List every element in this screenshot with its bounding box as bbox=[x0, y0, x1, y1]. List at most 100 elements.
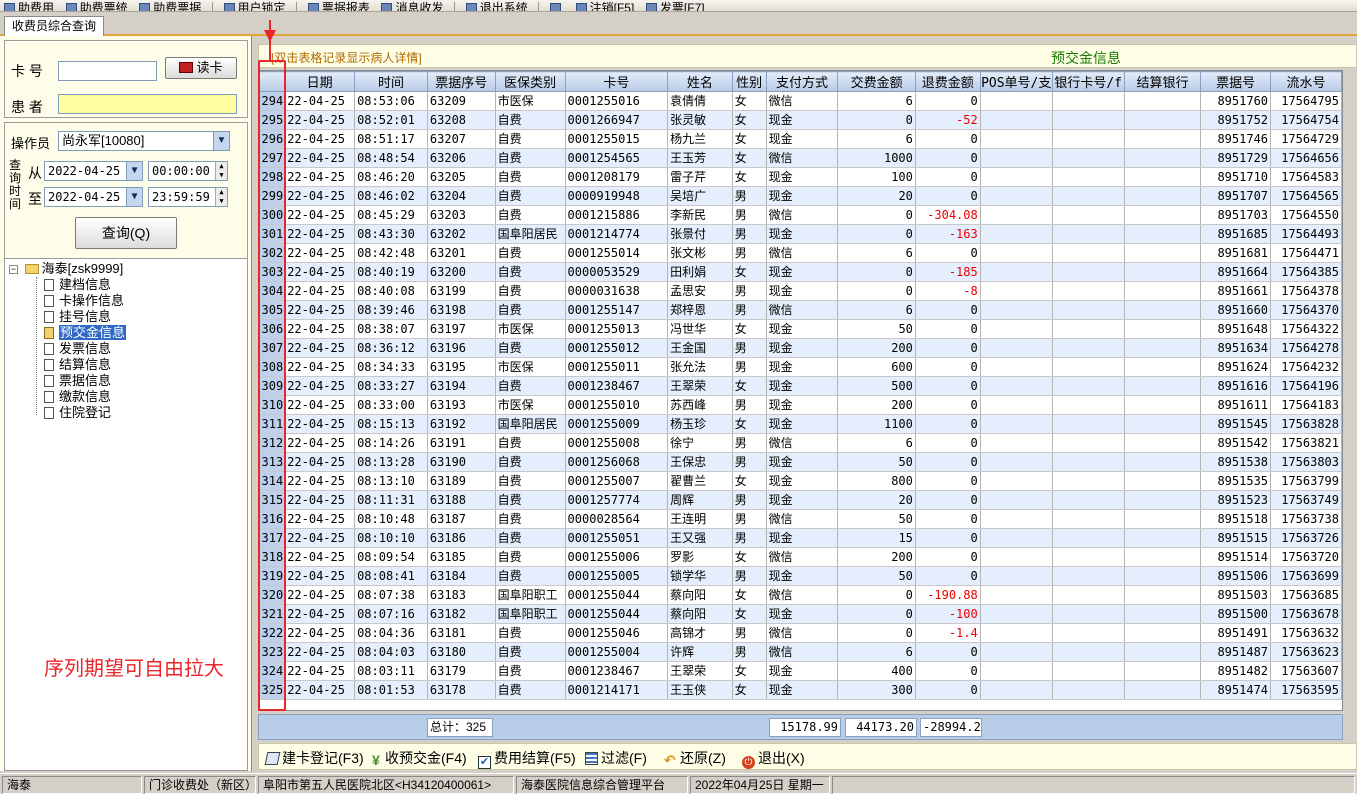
column-header[interactable]: 票据序号 bbox=[426, 71, 496, 92]
spinner-icon[interactable]: ▲ ▼ bbox=[215, 188, 227, 206]
to-time-input[interactable]: 23:59:59 ▲ ▼ bbox=[148, 187, 228, 207]
chevron-down-icon[interactable]: ▼ bbox=[213, 132, 229, 150]
collapse-icon[interactable]: − bbox=[9, 265, 18, 274]
read-card-button[interactable]: 读卡 bbox=[165, 57, 237, 79]
tab-cashier-query[interactable]: 收费员综合查询 bbox=[4, 16, 105, 36]
table-cell: 市医保 bbox=[495, 395, 566, 415]
table-row[interactable]: 324 22-04-25 08:03:11 63179 自费 0001238467 王翠荣女… bbox=[259, 661, 1342, 681]
from-time-input[interactable]: 00:00:00 ▲ ▼ bbox=[148, 161, 228, 181]
table-row[interactable]: 305 22-04-25 08:39:46 63198 自费 0001255147 郑梓恩男… bbox=[259, 300, 1342, 320]
table-cell: 0001255014 bbox=[565, 243, 669, 263]
tree-item-archive[interactable]: 建档信息 bbox=[44, 277, 111, 293]
table-row[interactable]: 321 22-04-25 08:07:16 63182 国阜阳职工 0001255044 蔡… bbox=[259, 604, 1342, 624]
table-row[interactable]: 300 22-04-25 08:45:29 63203 自费 0001215886 李新民男… bbox=[259, 205, 1342, 225]
column-header[interactable]: 流水号 bbox=[1270, 71, 1342, 92]
tree-root[interactable]: − 海泰[zsk9999] bbox=[9, 261, 123, 277]
tree-item-card-ops[interactable]: 卡操作信息 bbox=[44, 293, 124, 309]
column-header[interactable]: 性别 bbox=[731, 71, 767, 92]
table-row[interactable]: 298 22-04-25 08:46:20 63205 自费 0001208179 雷子芹女… bbox=[259, 167, 1342, 187]
table-row[interactable]: 320 22-04-25 08:07:38 63183 国阜阳职工 0001255044 蔡… bbox=[259, 585, 1342, 605]
table-cell: 王翠荣 bbox=[667, 376, 733, 396]
table-row[interactable]: 322 22-04-25 08:04:36 63181 自费 0001255046 高锦才男… bbox=[259, 623, 1342, 643]
table-row[interactable]: 311 22-04-25 08:15:13 63192 国阜阳居民 0001255009 杨… bbox=[259, 414, 1342, 434]
table-cell: 自费 bbox=[495, 528, 566, 548]
toolbar-item[interactable]: 助费票统 bbox=[62, 2, 132, 11]
table-row[interactable]: 323 22-04-25 08:04:03 63180 自费 0001255004 许辉男微… bbox=[259, 642, 1342, 662]
query-button[interactable]: 查询(Q) bbox=[75, 217, 177, 249]
table-row[interactable]: 316 22-04-25 08:10:48 63187 自费 0000028564 王连明男… bbox=[259, 509, 1342, 529]
column-header[interactable]: 姓名 bbox=[667, 71, 733, 92]
column-header[interactable]: 银行卡号/f bbox=[1051, 71, 1125, 92]
table-cell: 22-04-25 bbox=[284, 680, 356, 700]
table-row[interactable]: 306 22-04-25 08:38:07 63197 市医保 0001255013 冯世华… bbox=[259, 319, 1342, 339]
tree-item-payment[interactable]: 缴款信息 bbox=[44, 389, 111, 405]
tree-item-settlement[interactable]: 结算信息 bbox=[44, 357, 111, 373]
toolbar-item[interactable]: 消息收发 bbox=[377, 2, 447, 11]
from-date-input[interactable]: 2022-04-25 ▼ bbox=[44, 161, 143, 181]
table-row[interactable]: 315 22-04-25 08:11:31 63188 自费 0001257774 周辉男现… bbox=[259, 490, 1342, 510]
table-row[interactable]: 299 22-04-25 08:46:02 63204 自费 0000919948 吴培广男… bbox=[259, 186, 1342, 206]
table-row[interactable]: 308 22-04-25 08:34:33 63195 市医保 0001255011 张允法… bbox=[259, 357, 1342, 377]
restore-button[interactable]: ↶ 还原(Z) bbox=[664, 748, 726, 768]
column-header[interactable]: 结算银行 bbox=[1123, 71, 1202, 92]
tree-item-receipt[interactable]: 票据信息 bbox=[44, 373, 111, 389]
toolbar-item[interactable]: 票据报表 bbox=[304, 2, 374, 11]
toolbar-icon bbox=[381, 3, 393, 11]
table-cell bbox=[1124, 509, 1202, 529]
table-row[interactable]: 307 22-04-25 08:36:12 63196 自费 0001255012 王金国男… bbox=[259, 338, 1342, 358]
tree-item-inpatient[interactable]: 住院登记 bbox=[44, 405, 111, 421]
column-header[interactable]: 日期 bbox=[284, 71, 356, 92]
column-header[interactable]: POS单号/支 bbox=[979, 71, 1053, 92]
table-cell: 1000 bbox=[837, 148, 916, 168]
table-cell: 0 bbox=[915, 528, 981, 548]
prepayment-grid[interactable]: 日期 时间 票据序号 医保类别 卡号 姓名 性别 支付方式 交费金额 退费金额 POS单号/支 银行卡… bbox=[258, 70, 1343, 711]
table-row[interactable]: 313 22-04-25 08:13:28 63190 自费 0001256068 王保忠男… bbox=[259, 452, 1342, 472]
toolbar-item[interactable] bbox=[546, 2, 568, 11]
table-row[interactable]: 319 22-04-25 08:08:41 63184 自费 0001255005 锁学华男… bbox=[259, 566, 1342, 586]
chevron-down-icon[interactable]: ▼ bbox=[126, 162, 142, 180]
table-row[interactable]: 296 22-04-25 08:51:17 63207 自费 0001255015 杨九兰女… bbox=[259, 129, 1342, 149]
table-row[interactable]: 294 22-04-25 08:53:06 63209 市医保 0001255016 袁倩倩… bbox=[259, 91, 1342, 111]
toolbar-item[interactable]: 助费票据 bbox=[135, 2, 205, 11]
toolbar-item[interactable]: 注销[F5] bbox=[572, 2, 639, 11]
tree-item-registration[interactable]: 挂号信息 bbox=[44, 309, 111, 325]
table-row[interactable]: 318 22-04-25 08:09:54 63185 自费 0001255006 罗影女微… bbox=[259, 547, 1342, 567]
table-row[interactable]: 295 22-04-25 08:52:01 63208 自费 0001266947 张灵敏女… bbox=[259, 110, 1342, 130]
table-row[interactable]: 309 22-04-25 08:33:27 63194 自费 0001238467 王翠荣女… bbox=[259, 376, 1342, 396]
toolbar-item[interactable]: 助费用 bbox=[0, 2, 58, 11]
toolbar-item[interactable]: 用户锁定 bbox=[220, 2, 290, 11]
column-header[interactable]: 票据号 bbox=[1200, 71, 1272, 92]
column-header[interactable]: 支付方式 bbox=[765, 71, 839, 92]
filter-button[interactable]: 过滤(F) bbox=[585, 748, 647, 768]
table-row[interactable]: 297 22-04-25 08:48:54 63206 自费 0001254565 王玉芳女… bbox=[259, 148, 1342, 168]
table-row[interactable]: 301 22-04-25 08:43:30 63202 国阜阳居民 0001214774 张… bbox=[259, 224, 1342, 244]
table-row[interactable]: 303 22-04-25 08:40:19 63200 自费 0000053529 田利娟女… bbox=[259, 262, 1342, 282]
column-header[interactable]: 卡号 bbox=[564, 71, 669, 92]
to-date-input[interactable]: 2022-04-25 ▼ bbox=[44, 187, 143, 207]
toolbar-item[interactable]: 发票[F7] bbox=[642, 2, 709, 11]
table-row[interactable]: 312 22-04-25 08:14:26 63191 自费 0001255008 徐宁男微… bbox=[259, 433, 1342, 453]
tree-item-prepayment[interactable]: 预交金信息 bbox=[44, 325, 127, 341]
toolbar-item[interactable]: 退出系统 bbox=[462, 2, 532, 11]
spinner-icon[interactable]: ▲ ▼ bbox=[215, 162, 227, 180]
patient-input[interactable] bbox=[58, 94, 237, 114]
status-org: 海泰 bbox=[2, 776, 142, 794]
table-row[interactable]: 314 22-04-25 08:13:10 63189 自费 0001255007 翟曹兰女… bbox=[259, 471, 1342, 491]
table-row[interactable]: 304 22-04-25 08:40:08 63199 自费 0000031638 孟思安男… bbox=[259, 281, 1342, 301]
table-row[interactable]: 325 22-04-25 08:01:53 63178 自费 0001214171 王玉侠女… bbox=[259, 680, 1342, 700]
column-header[interactable]: 交费金额 bbox=[837, 71, 916, 92]
exit-button[interactable]: ⏻ 退出(X) bbox=[742, 748, 805, 769]
table-row[interactable]: 310 22-04-25 08:33:00 63193 市医保 0001255010 苏西峰… bbox=[259, 395, 1342, 415]
column-header[interactable]: 医保类别 bbox=[494, 71, 566, 92]
card-number-input[interactable] bbox=[58, 61, 157, 81]
chevron-down-icon[interactable]: ▼ bbox=[126, 188, 142, 206]
tree-item-invoice[interactable]: 发票信息 bbox=[44, 341, 111, 357]
table-row[interactable]: 317 22-04-25 08:10:10 63186 自费 0001255051 王又强男… bbox=[259, 528, 1342, 548]
fee-settlement-button[interactable]: ✔ 费用结算(F5) bbox=[478, 748, 576, 769]
table-row[interactable]: 302 22-04-25 08:42:48 63201 自费 0001255014 张文彬男… bbox=[259, 243, 1342, 263]
create-card-button[interactable]: 建卡登记(F3) bbox=[264, 748, 364, 768]
column-header[interactable]: 退费金额 bbox=[914, 71, 981, 92]
column-header[interactable]: 时间 bbox=[354, 71, 428, 92]
operator-select[interactable]: 尚永军[10080] ▼ bbox=[58, 131, 230, 151]
collect-deposit-button[interactable]: ¥ 收预交金(F4) bbox=[372, 748, 467, 768]
